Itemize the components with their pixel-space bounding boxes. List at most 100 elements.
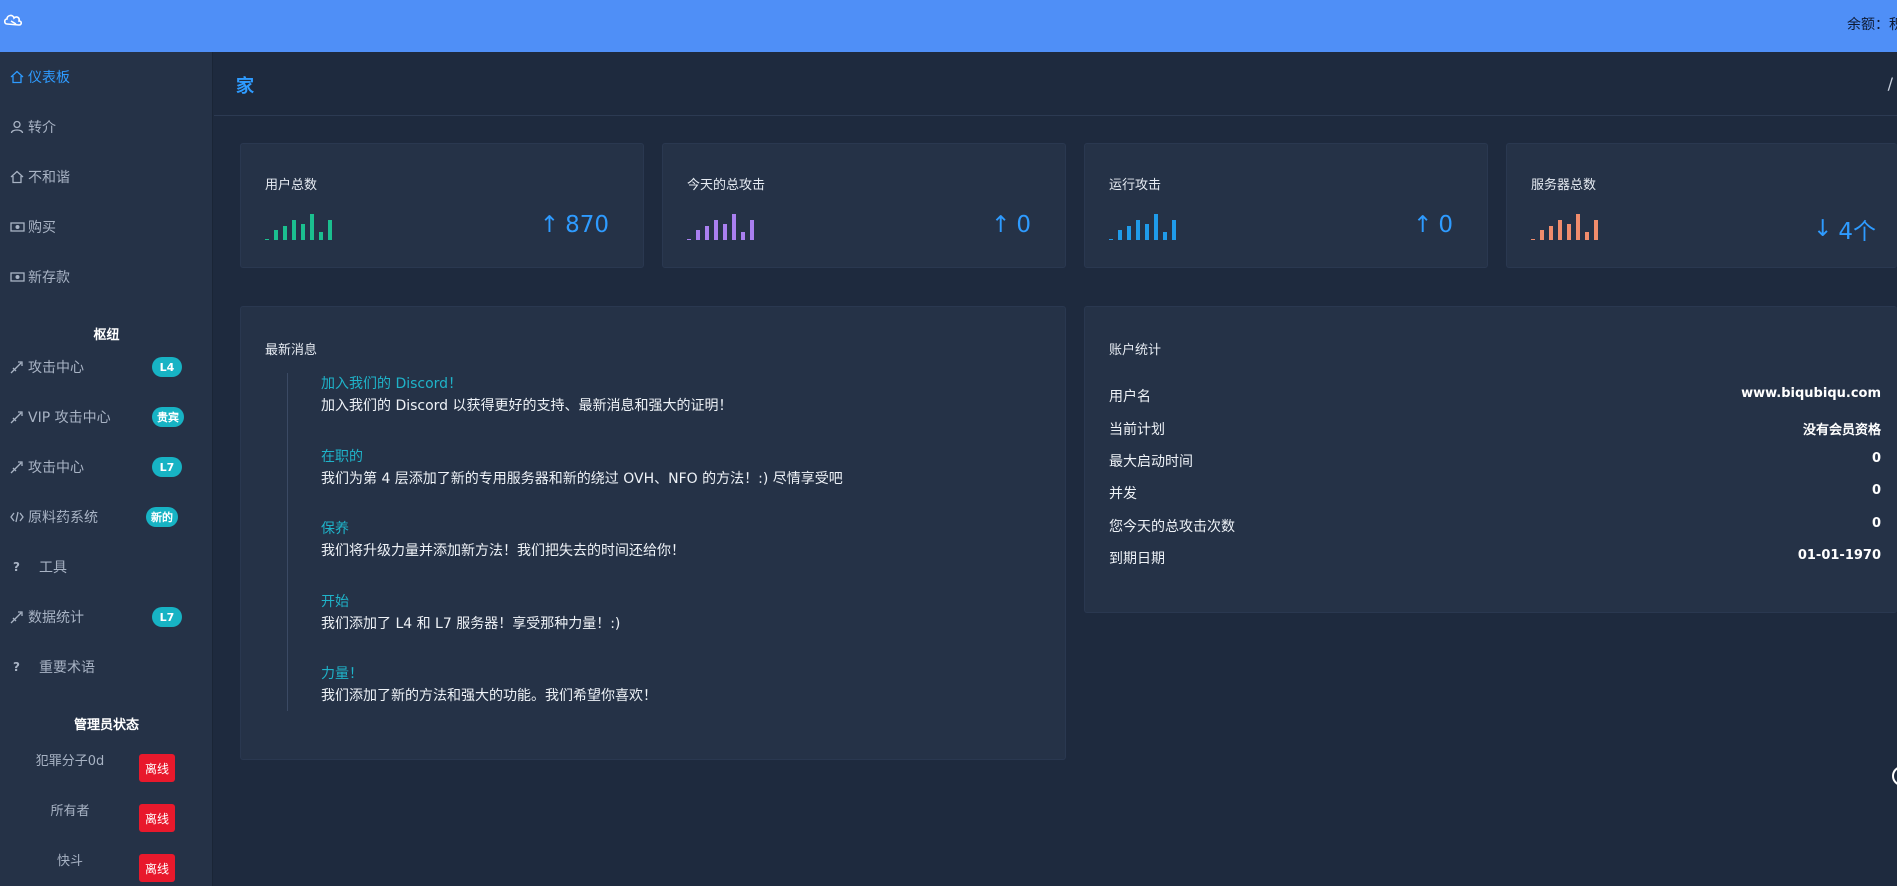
- sparkline-bar: [741, 232, 745, 240]
- admin-name: 犯罪分子0d: [35, 754, 105, 769]
- sparkline-bar: [696, 230, 700, 240]
- stat-card-running-attacks: 运行攻击 ↑ 0: [1084, 143, 1488, 268]
- stat-card-total-servers: 服务器总数 ↓ 4个: [1506, 143, 1897, 268]
- sidebar-item-deposit[interactable]: 新存款: [9, 264, 70, 290]
- svg-text:?: ?: [13, 660, 20, 674]
- stat-title: 服务器总数: [1531, 178, 1597, 193]
- sparkline-bar: [1531, 239, 1535, 240]
- sparkline-bar: [714, 220, 718, 240]
- stat-card-today-attacks: 今天的总攻击 ↑ 0: [662, 143, 1066, 268]
- stat-number: 4个: [1838, 219, 1876, 245]
- sparkline-bar: [750, 220, 754, 240]
- sidebar-item-label: 新存款: [28, 270, 70, 286]
- sparkline-bar: [1136, 220, 1140, 240]
- home-icon: [9, 69, 25, 85]
- top-navbar: 余额：积: [0, 0, 1897, 52]
- news-item-text: 我们添加了 L4 和 L7 服务器！享受那种力量！:): [321, 616, 621, 632]
- news-item-title: 力量！: [321, 666, 363, 682]
- badge-l7: L7: [152, 607, 182, 627]
- question-icon: ?: [9, 559, 25, 575]
- sparkline-bar: [1576, 214, 1580, 240]
- sidebar-section-hub: 枢纽: [93, 328, 120, 343]
- sidebar: 仪表板 转介 不和谐 购买 新存款 枢纽 攻击中心 L4 VIP 攻击中心 贵宾…: [0, 52, 213, 886]
- timeline-line: [287, 373, 288, 711]
- stat-title: 用户总数: [265, 178, 318, 193]
- stat-card-total-users: 用户总数 ↑ 870: [240, 143, 644, 268]
- account-title: 账户统计: [1109, 343, 1162, 358]
- sidebar-item-attack-center-l7[interactable]: 攻击中心: [9, 454, 84, 480]
- sparkline-bar: [1549, 226, 1553, 240]
- news-item-text: 我们将升级力量并添加新方法！我们把失去的时间还给你！: [321, 543, 685, 559]
- sidebar-item-label: VIP 攻击中心: [28, 410, 111, 426]
- stat-value: ↑ 0: [1413, 212, 1453, 238]
- sparkline-bar: [310, 214, 314, 240]
- news-item-title: 开始: [321, 594, 349, 610]
- money-icon: [9, 269, 25, 285]
- status-badge: 离线: [139, 854, 175, 882]
- sidebar-item-tools[interactable]: ? 工具: [9, 554, 67, 580]
- sparkline-bars: [265, 214, 332, 240]
- sidebar-item-statistics[interactable]: 数据统计: [9, 604, 84, 630]
- balance-display: 余额：积: [1847, 17, 1897, 33]
- arrow-up-icon: ↑: [539, 212, 560, 238]
- sidebar-item-label: 购买: [28, 220, 56, 236]
- sidebar-item-referral[interactable]: 转介: [9, 114, 56, 140]
- money-icon: [9, 219, 25, 235]
- news-item-title: 保养: [321, 521, 349, 537]
- sidebar-section-admin-status: 管理员状态: [73, 718, 139, 733]
- sparkline-bar: [301, 224, 305, 240]
- sparkline-bar: [1154, 214, 1158, 240]
- sidebar-item-terms[interactable]: ? 重要术语: [9, 654, 95, 680]
- news-item-title: 加入我们的 Discord！: [321, 376, 463, 392]
- sidebar-item-label: 攻击中心: [28, 460, 84, 476]
- sidebar-item-label: 工具: [39, 560, 67, 576]
- sparkline-bar: [265, 239, 269, 240]
- sparkline-bar: [292, 220, 296, 240]
- sparkline-bar: [1540, 230, 1544, 240]
- stat-value: ↑ 0: [991, 212, 1031, 238]
- stat-number: 870: [565, 212, 609, 238]
- sparkline-bar: [283, 226, 287, 240]
- sparkline-bar: [1594, 220, 1598, 240]
- sidebar-item-dashboard[interactable]: 仪表板: [9, 64, 70, 90]
- sparkline-bar: [1585, 232, 1589, 240]
- sparkline-bars: [1109, 214, 1176, 240]
- account-row-value: 01-01-1970: [1797, 548, 1881, 563]
- sparkline-bar: [732, 214, 736, 240]
- sidebar-item-label: 重要术语: [39, 660, 95, 676]
- badge-vip: 贵宾: [152, 407, 184, 427]
- news-item-title: 在职的: [321, 449, 363, 465]
- sidebar-item-vip-attack-center[interactable]: VIP 攻击中心: [9, 404, 111, 430]
- rocket-icon: [9, 359, 25, 375]
- scroll-to-top-button[interactable]: [1892, 766, 1897, 786]
- account-row-label: 当前计划: [1109, 422, 1165, 438]
- sidebar-item-label: 转介: [28, 120, 56, 136]
- sparkline-bar: [1163, 232, 1167, 240]
- sparkline-bar: [1145, 224, 1149, 240]
- rocket-icon: [9, 609, 25, 625]
- code-icon: [9, 509, 25, 525]
- sparkline-bar: [1567, 224, 1571, 240]
- stat-value: ↓ 4个: [1813, 212, 1876, 246]
- sidebar-item-purchase[interactable]: 购买: [9, 214, 56, 240]
- news-card: 最新消息 加入我们的 Discord！ 加入我们的 Discord 以获得更好的…: [240, 306, 1066, 760]
- page-title: 家: [236, 76, 254, 97]
- cloud-link-icon[interactable]: [4, 12, 24, 30]
- sparkline-bar: [1109, 239, 1113, 240]
- badge-l4: L4: [152, 357, 182, 377]
- sparkline-bar: [1172, 220, 1176, 240]
- sidebar-item-api-system[interactable]: 原料药系统: [9, 504, 98, 530]
- admin-name: 所有者: [50, 804, 90, 819]
- badge-l7: L7: [152, 457, 182, 477]
- badge-new: 新的: [146, 507, 178, 527]
- account-row-label: 到期日期: [1109, 551, 1165, 567]
- stat-number: 0: [1016, 212, 1031, 238]
- sidebar-item-discord[interactable]: 不和谐: [9, 164, 70, 190]
- sparkline-bar: [705, 226, 709, 240]
- sidebar-item-attack-center-l4[interactable]: 攻击中心: [9, 354, 84, 380]
- arrow-up-icon: ↑: [1413, 212, 1433, 238]
- arrow-down-icon: ↓: [1813, 216, 1833, 242]
- news-item-text: 我们为第 4 层添加了新的专用服务器和新的绕过 OVH、NFO 的方法！:) 尽…: [321, 471, 843, 487]
- account-stats-card: 账户统计 用户名 www.biqubiqu.com 当前计划 没有会员资格 最大…: [1084, 306, 1897, 613]
- rocket-icon: [9, 459, 25, 475]
